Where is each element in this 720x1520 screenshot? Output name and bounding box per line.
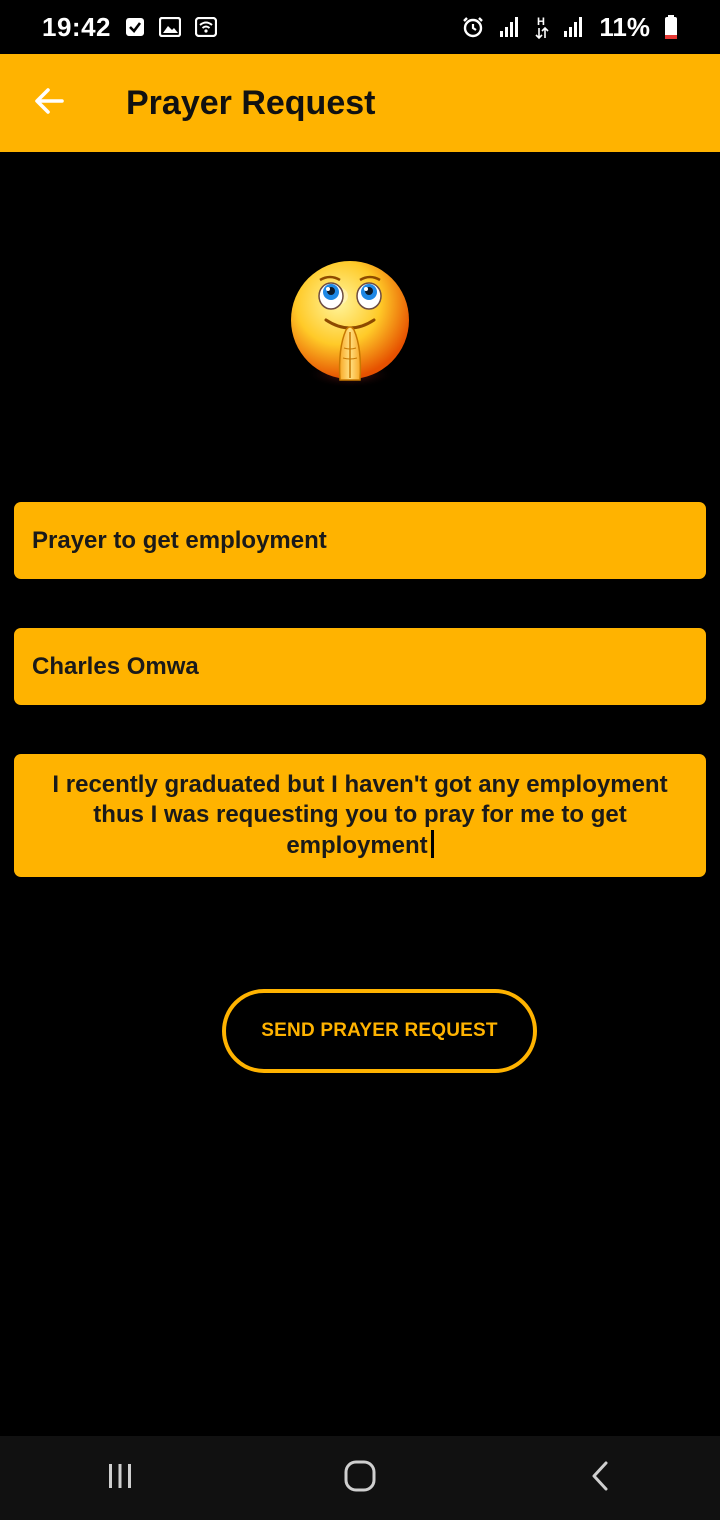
subject-field-value: Prayer to get employment [32,526,327,554]
check-box-icon [125,17,145,37]
message-text-wrap: I recently graduated but I haven't got a… [32,770,688,861]
image-icon [159,17,181,37]
wifi-calling-icon [195,17,217,37]
prayer-request-screen: 19:42 H 11% Prayer Request Prayer to get… [0,0,720,1520]
praying-face-emoji [280,258,420,398]
message-field-value: I recently graduated but I haven't got a… [52,771,668,859]
subject-field[interactable]: Prayer to get employment [14,502,706,579]
text-caret [430,830,434,858]
data-h-icon: H [535,14,549,40]
arrow-left-icon [32,84,66,123]
battery-low-icon [664,14,678,40]
navigation-bar [0,1436,720,1520]
signal-icon [563,16,585,38]
back-icon [588,1459,612,1498]
recent-apps-button[interactable] [60,1436,180,1520]
message-field[interactable]: I recently graduated but I haven't got a… [14,754,706,877]
name-field[interactable]: Charles Omwa [14,628,706,705]
send-prayer-request-button[interactable]: SEND PRAYER REQUEST [222,989,537,1073]
name-field-value: Charles Omwa [32,652,199,680]
status-left: 19:42 [42,12,217,43]
alarm-icon [461,15,485,39]
status-bar: 19:42 H 11% [0,0,720,54]
svg-text:H: H [537,16,545,28]
app-bar: Prayer Request [0,54,720,152]
page-title: Prayer Request [126,83,376,122]
nav-back-button[interactable] [540,1436,660,1520]
home-icon [343,1459,377,1498]
recent-apps-icon [106,1462,134,1495]
battery-percentage: 11% [599,11,650,42]
status-right: H 11% [461,12,678,43]
back-button[interactable] [0,54,98,152]
signal-icon [499,16,521,38]
home-button[interactable] [300,1436,420,1520]
status-time: 19:42 [42,11,111,42]
